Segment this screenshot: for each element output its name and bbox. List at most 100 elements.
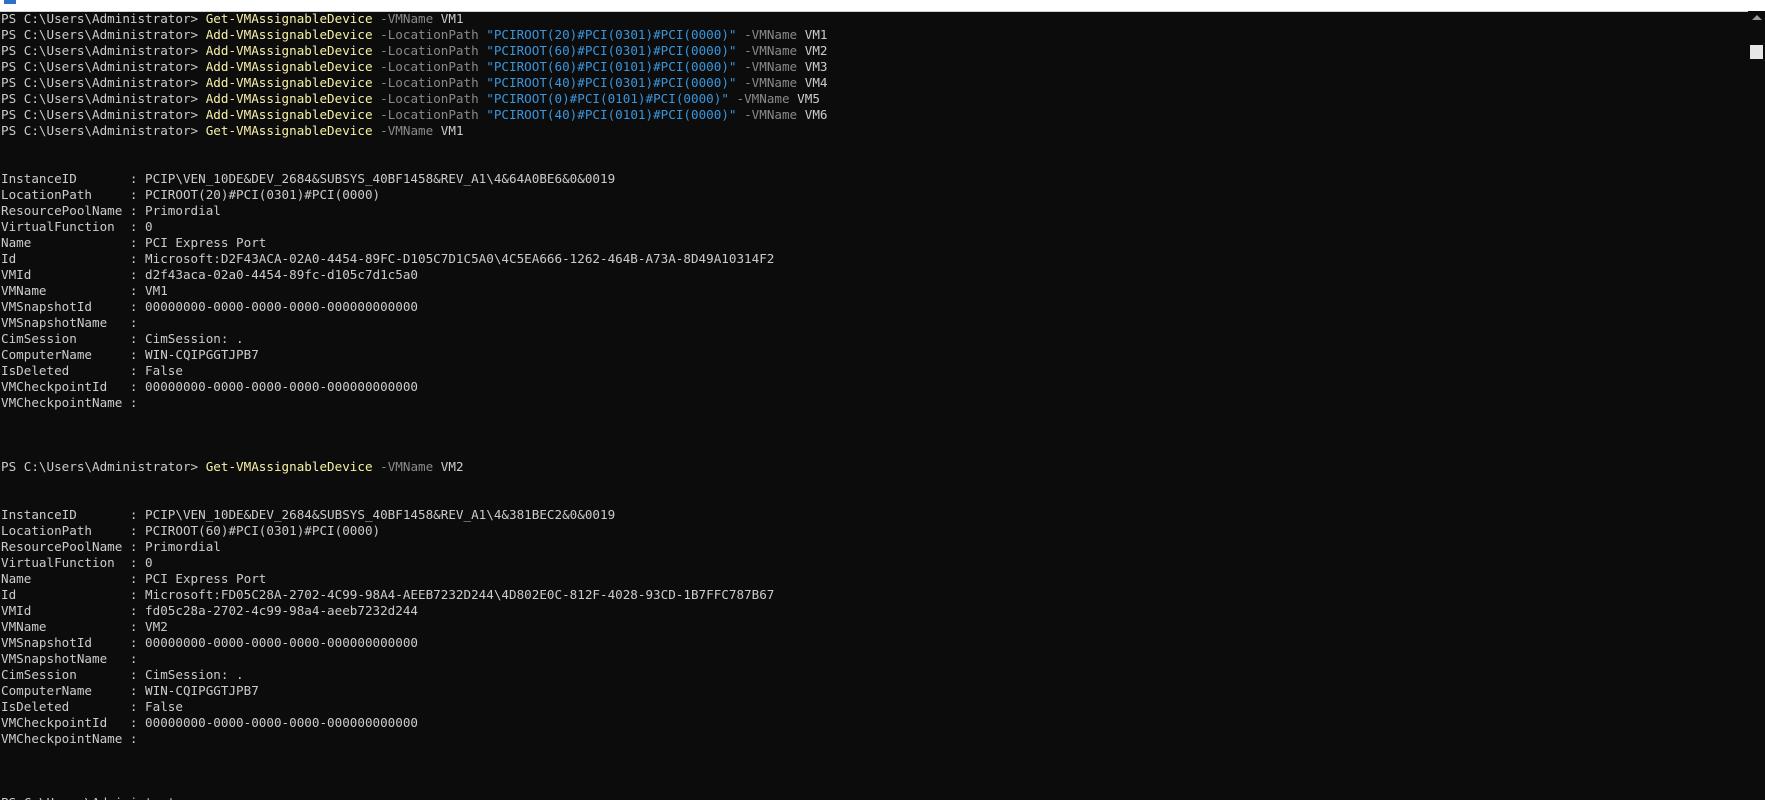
console-text: Name : PCI Express Port xyxy=(1,235,267,250)
console-line: PS C:\Users\Administrator> Get-VMAssigna… xyxy=(1,123,1746,139)
console-param-text: -VMName xyxy=(736,107,798,122)
console-text: VM4 xyxy=(797,75,828,90)
console-line: PS C:\Users\Administrator> Add-VMAssigna… xyxy=(1,59,1746,75)
console-str-text: "PCIROOT(60)#PCI(0101)#PCI(0000)" xyxy=(478,59,737,74)
console-line: VMName : VM1 xyxy=(1,283,1746,299)
console-str-text: "PCIROOT(20)#PCI(0301)#PCI(0000)" xyxy=(478,27,737,42)
console-line: ResourcePoolName : Primordial xyxy=(1,203,1746,219)
console-line: VMSnapshotName : xyxy=(1,651,1746,667)
console-text: Id : Microsoft:D2F43ACA-02A0-4454-89FC-D… xyxy=(1,251,775,266)
console-line: ComputerName : WIN-CQIPGGTJPB7 xyxy=(1,347,1746,363)
console-param-text: -VMName xyxy=(728,91,790,106)
console-text: VMSnapshotId : 00000000-0000-0000-0000-0… xyxy=(1,299,419,314)
scroll-up-arrow-icon[interactable] xyxy=(1752,15,1762,20)
console-param-text: -VMName xyxy=(372,459,434,474)
console-text: VM5 xyxy=(789,91,820,106)
console-text: VMId : fd05c28a-2702-4c99-98a4-aeeb7232d… xyxy=(1,603,419,618)
console-text: CimSession : CimSession: . xyxy=(1,331,244,346)
console-text: PS C:\Users\Administrator> xyxy=(1,75,206,90)
console-text: Id : Microsoft:FD05C28A-2702-4C99-98A4-A… xyxy=(1,587,775,602)
console-text: VM1 xyxy=(433,123,464,138)
console-line: Name : PCI Express Port xyxy=(1,571,1746,587)
console-param-text: -VMName xyxy=(372,123,434,138)
console-cmd-text: Add-VMAssignableDevice xyxy=(205,27,373,42)
console-line: PS C:\Users\Administrator> Get-VMAssigna… xyxy=(1,11,1746,27)
console-text: VirtualFunction : 0 xyxy=(1,219,153,234)
console-cmd-text: Get-VMAssignableDevice xyxy=(205,123,373,138)
console-line: InstanceID : PCIP\VEN_10DE&DEV_2684&SUBS… xyxy=(1,507,1746,523)
console-text: PS C:\Users\Administrator> xyxy=(1,459,206,474)
console-text: IsDeleted : False xyxy=(1,699,183,714)
console-str-text: "PCIROOT(0)#PCI(0101)#PCI(0000)" xyxy=(478,91,729,106)
console-line: Id : Microsoft:D2F43ACA-02A0-4454-89FC-D… xyxy=(1,251,1746,267)
console-line: CimSession : CimSession: . xyxy=(1,331,1746,347)
console-line: VMCheckpointName : xyxy=(1,731,1746,747)
scrollbar-thumb[interactable] xyxy=(1750,45,1763,59)
console-line: PS C:\Users\Administrator> Add-VMAssigna… xyxy=(1,91,1746,107)
console-text: ResourcePoolName : Primordial xyxy=(1,203,221,218)
console-line: VirtualFunction : 0 xyxy=(1,219,1746,235)
console-text: VM2 xyxy=(433,459,464,474)
console-cmd-text: Add-VMAssignableDevice xyxy=(205,75,373,90)
console-text: PS C:\Users\Administrator> xyxy=(1,91,206,106)
console-text: ComputerName : WIN-CQIPGGTJPB7 xyxy=(1,347,259,362)
console-text: LocationPath : PCIROOT(60)#PCI(0301)#PCI… xyxy=(1,523,381,538)
console-text: PS C:\Users\Administrator> xyxy=(1,795,206,800)
console-line: VMSnapshotId : 00000000-0000-0000-0000-0… xyxy=(1,299,1746,315)
console-text: VMCheckpointName : xyxy=(1,731,138,746)
console-cmd-text: Get-VMAssignableDevice xyxy=(205,11,373,26)
console-param-text: -VMName xyxy=(736,27,798,42)
console-line: VMCheckpointId : 00000000-0000-0000-0000… xyxy=(1,715,1746,731)
console-text: CimSession : CimSession: . xyxy=(1,667,244,682)
console-text: VMCheckpointName : xyxy=(1,395,138,410)
console-cmd-text: Add-VMAssignableDevice xyxy=(205,59,373,74)
console-text: PS C:\Users\Administrator> xyxy=(1,59,206,74)
console-param-text: -VMName xyxy=(736,59,798,74)
console-line: Name : PCI Express Port xyxy=(1,235,1746,251)
console-param-text: -LocationPath xyxy=(372,107,479,122)
console-line: VMCheckpointId : 00000000-0000-0000-0000… xyxy=(1,379,1746,395)
console-param-text: -LocationPath xyxy=(372,75,479,90)
console-str-text: "PCIROOT(60)#PCI(0301)#PCI(0000)" xyxy=(478,43,737,58)
console-line: VMName : VM2 xyxy=(1,619,1746,635)
console-text: VM1 xyxy=(797,27,828,42)
console-output[interactable]: PS C:\Users\Administrator> Get-VMAssigna… xyxy=(1,11,1746,800)
console-line: VMSnapshotId : 00000000-0000-0000-0000-0… xyxy=(1,635,1746,651)
console-text: VMSnapshotName : xyxy=(1,315,138,330)
console-text: Name : PCI Express Port xyxy=(1,571,267,586)
console-text: VMSnapshotName : xyxy=(1,651,138,666)
console-text: VM2 xyxy=(797,43,828,58)
console-line: InstanceID : PCIP\VEN_10DE&DEV_2684&SUBS… xyxy=(1,171,1746,187)
console-text: VirtualFunction : 0 xyxy=(1,555,153,570)
console-text: VM1 xyxy=(433,11,464,26)
console-text: InstanceID : PCIP\VEN_10DE&DEV_2684&SUBS… xyxy=(1,171,616,186)
console-str-text: "PCIROOT(40)#PCI(0301)#PCI(0000)" xyxy=(478,75,737,90)
vertical-scrollbar[interactable] xyxy=(1748,11,1765,800)
console-text: VMCheckpointId : 00000000-0000-0000-0000… xyxy=(1,715,419,730)
console-text: IsDeleted : False xyxy=(1,363,183,378)
console-text: ResourcePoolName : Primordial xyxy=(1,539,221,554)
console-text: VM6 xyxy=(797,107,828,122)
console-line: ResourcePoolName : Primordial xyxy=(1,539,1746,555)
console-cmd-text: Add-VMAssignableDevice xyxy=(205,43,373,58)
console-line: PS C:\Users\Administrator> Add-VMAssigna… xyxy=(1,27,1746,43)
console-line: IsDeleted : False xyxy=(1,363,1746,379)
console-param-text: -VMName xyxy=(736,75,798,90)
console-line: VMCheckpointName : xyxy=(1,395,1746,411)
console-line: VMId : d2f43aca-02a0-4454-89fc-d105c7d1c… xyxy=(1,267,1746,283)
console-param-text: -LocationPath xyxy=(372,91,479,106)
console-text: VMId : d2f43aca-02a0-4454-89fc-d105c7d1c… xyxy=(1,267,419,282)
console-line: VMSnapshotName : xyxy=(1,315,1746,331)
console-line: Id : Microsoft:FD05C28A-2702-4C99-98A4-A… xyxy=(1,587,1746,603)
console-line: IsDeleted : False xyxy=(1,699,1746,715)
console-text: InstanceID : PCIP\VEN_10DE&DEV_2684&SUBS… xyxy=(1,507,616,522)
